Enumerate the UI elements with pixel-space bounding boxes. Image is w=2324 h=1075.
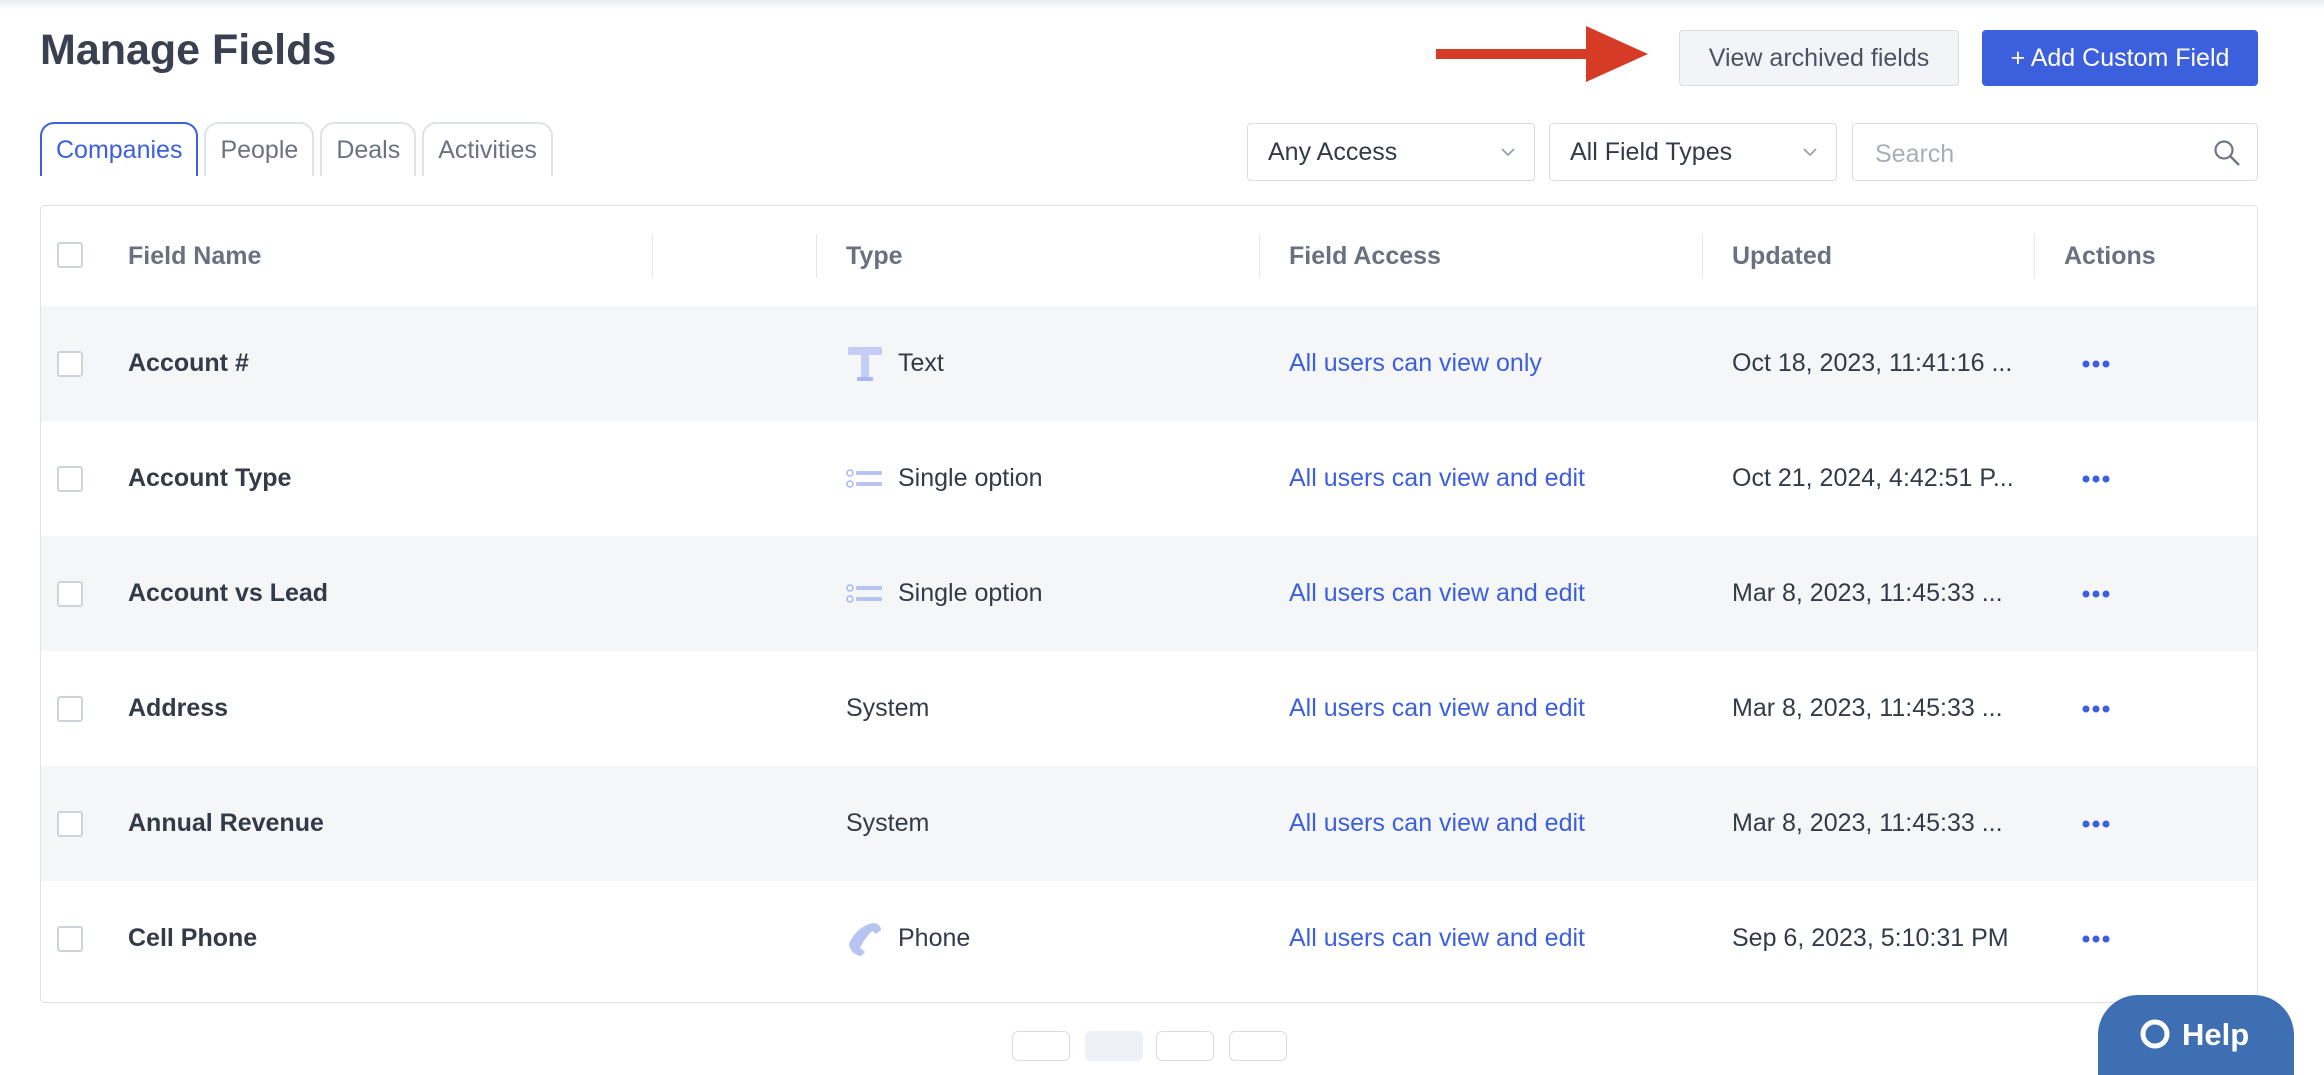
- field-access-link[interactable]: All users can view and edit: [1289, 651, 1585, 766]
- column-divider: [2034, 234, 2035, 278]
- field-name[interactable]: Annual Revenue: [128, 766, 324, 881]
- row-checkbox[interactable]: [57, 696, 83, 722]
- pagination-next-button[interactable]: [1229, 1031, 1287, 1061]
- field-type-label: Text: [898, 349, 944, 377]
- table-row[interactable]: Annual Revenue System All users can view…: [41, 766, 2257, 881]
- updated-timestamp: Oct 21, 2024, 4:42:51 P...: [1732, 464, 2014, 492]
- object-tabs: Companies People Deals Activities: [40, 122, 553, 176]
- field-type: System: [846, 651, 929, 766]
- field-name[interactable]: Account Type: [128, 421, 291, 536]
- field-type: System: [846, 766, 929, 881]
- chevron-down-icon: [1803, 148, 1817, 157]
- column-header-actions: Actions: [2064, 241, 2156, 270]
- column-header-field-name[interactable]: Field Name: [128, 206, 261, 306]
- row-checkbox[interactable]: [57, 351, 83, 377]
- updated-timestamp: Mar 8, 2023, 11:45:33 ...: [1732, 694, 2003, 722]
- row-actions: [2081, 421, 2111, 536]
- field-name[interactable]: Address: [128, 651, 228, 766]
- row-actions: [2081, 651, 2111, 766]
- column-header-field-access[interactable]: Field Access: [1289, 206, 1441, 306]
- search-input[interactable]: [1873, 138, 2197, 170]
- list-icon: [846, 583, 882, 603]
- field-type-filter-dropdown[interactable]: All Field Types: [1549, 123, 1837, 181]
- field-type-label: Single option: [898, 579, 1043, 607]
- field-type: Phone: [846, 881, 970, 996]
- search-icon[interactable]: [2213, 139, 2241, 167]
- row-checkbox[interactable]: [57, 811, 83, 837]
- field-type-label: Single option: [898, 464, 1043, 492]
- column-header-updated[interactable]: Updated: [1732, 206, 1832, 306]
- column-divider: [652, 234, 653, 278]
- select-all-checkbox[interactable]: [57, 242, 83, 268]
- column-divider: [816, 234, 817, 278]
- table-header: Field Name Type Field Access Updated Act…: [41, 206, 2257, 306]
- table-row[interactable]: Account vs Lead Single option All users …: [41, 536, 2257, 651]
- row-actions: [2081, 766, 2111, 881]
- field-type: Text: [846, 306, 944, 421]
- table-row[interactable]: Account Type Single option All users can…: [41, 421, 2257, 536]
- row-actions: [2081, 536, 2111, 651]
- table-row[interactable]: Address System All users can view and ed…: [41, 651, 2257, 766]
- row-actions: [2081, 306, 2111, 421]
- list-icon: [846, 468, 882, 488]
- help-button[interactable]: Help: [2098, 995, 2294, 1075]
- search-box: [1852, 123, 2258, 181]
- access-filter-dropdown[interactable]: Any Access: [1247, 123, 1535, 181]
- row-checkbox[interactable]: [57, 581, 83, 607]
- fields-table: Field Name Type Field Access Updated Act…: [40, 205, 2258, 1003]
- text-icon: [848, 346, 882, 381]
- more-actions-icon[interactable]: [2081, 589, 2111, 599]
- field-access-link[interactable]: All users can view and edit: [1289, 536, 1585, 651]
- more-actions-icon[interactable]: [2081, 359, 2111, 369]
- updated-timestamp: Sep 6, 2023, 5:10:31 PM: [1732, 924, 2009, 952]
- view-archived-fields-button[interactable]: View archived fields: [1679, 30, 1959, 86]
- field-name[interactable]: Cell Phone: [128, 881, 257, 996]
- page-title: Manage Fields: [40, 26, 337, 74]
- pagination-current-page[interactable]: [1085, 1031, 1143, 1061]
- field-type: Single option: [846, 536, 1043, 651]
- table-row[interactable]: Account # Text All users can view only O…: [41, 306, 2257, 421]
- field-type-label: System: [846, 694, 930, 722]
- more-actions-icon[interactable]: [2081, 819, 2111, 829]
- phone-icon: [849, 922, 881, 956]
- field-access-link[interactable]: All users can view and edit: [1289, 421, 1585, 536]
- field-access-link[interactable]: All users can view only: [1289, 306, 1542, 421]
- column-header-type[interactable]: Type: [846, 206, 903, 306]
- field-name[interactable]: Account vs Lead: [128, 536, 328, 651]
- field-access-link[interactable]: All users can view and edit: [1289, 766, 1585, 881]
- column-divider: [1259, 234, 1260, 278]
- updated-timestamp: Mar 8, 2023, 11:45:33 ...: [1732, 809, 2003, 837]
- field-type: Single option: [846, 421, 1043, 536]
- chevron-down-icon: [1501, 148, 1515, 157]
- tab-people[interactable]: People: [204, 122, 315, 176]
- tab-deals[interactable]: Deals: [320, 122, 417, 176]
- pagination-prev-button[interactable]: [1012, 1031, 1070, 1061]
- pagination-next-page-button[interactable]: [1156, 1031, 1214, 1061]
- row-checkbox[interactable]: [57, 466, 83, 492]
- more-actions-icon[interactable]: [2081, 474, 2111, 484]
- top-shadow: [0, 0, 2324, 10]
- table-row[interactable]: Cell Phone Phone All users can view and …: [41, 881, 2257, 996]
- annotation-arrow-icon: [1436, 26, 1648, 82]
- row-checkbox[interactable]: [57, 926, 83, 952]
- tab-activities[interactable]: Activities: [422, 122, 553, 176]
- field-type-label: Phone: [898, 924, 971, 952]
- field-name[interactable]: Account #: [128, 306, 249, 421]
- field-type-filter-value: All Field Types: [1570, 137, 1733, 166]
- access-filter-value: Any Access: [1268, 137, 1398, 166]
- help-label: Help: [2182, 1017, 2250, 1052]
- field-type-label: System: [846, 809, 930, 837]
- more-actions-icon[interactable]: [2081, 934, 2111, 944]
- more-actions-icon[interactable]: [2081, 704, 2111, 714]
- row-actions: [2081, 881, 2111, 996]
- updated-timestamp: Mar 8, 2023, 11:45:33 ...: [1732, 579, 2003, 607]
- column-divider: [1702, 234, 1703, 278]
- field-access-link[interactable]: All users can view and edit: [1289, 881, 1585, 996]
- updated-timestamp: Oct 18, 2023, 11:41:16 ...: [1732, 349, 2013, 377]
- tab-companies[interactable]: Companies: [40, 122, 199, 176]
- add-custom-field-button[interactable]: + Add Custom Field: [1982, 30, 2258, 86]
